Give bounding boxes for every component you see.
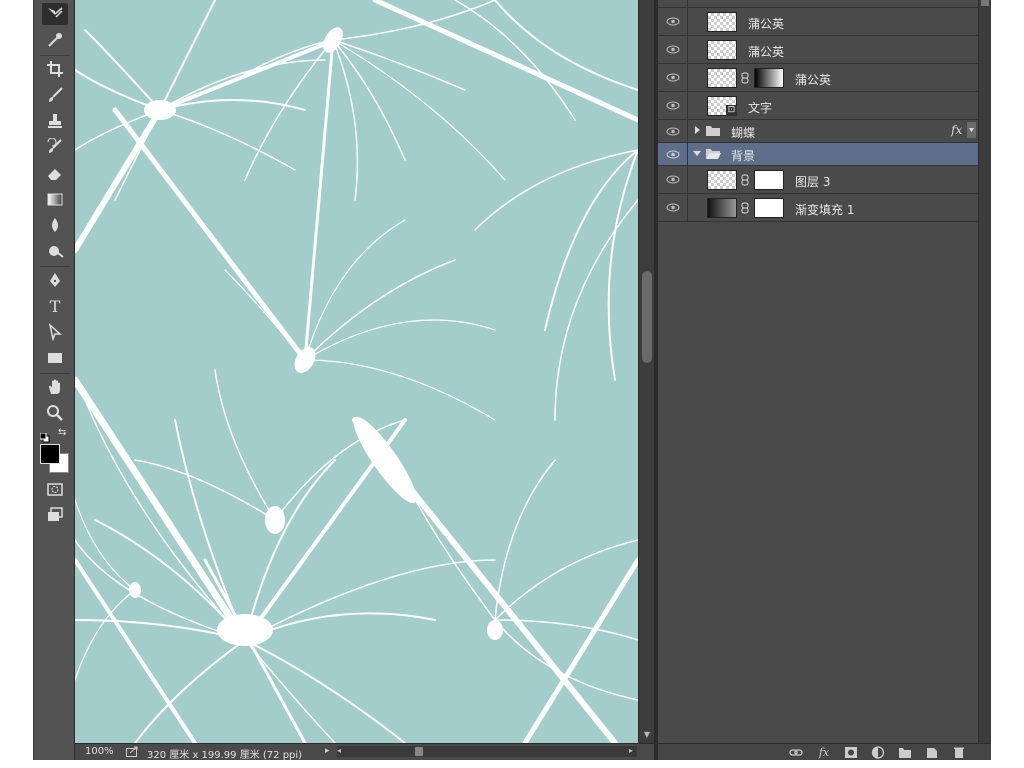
hand-icon[interactable]	[42, 376, 68, 398]
layer-thumbnail[interactable]	[707, 40, 737, 60]
open-folder-icon	[706, 149, 721, 159]
visibility-eye-icon[interactable]	[658, 64, 688, 91]
link-layers-icon[interactable]	[789, 746, 803, 759]
status-menu-arrow-icon[interactable]: ▸	[325, 746, 330, 756]
layer-name[interactable]: 渐变填充 1	[795, 201, 854, 218]
layer-row[interactable]: 蒲公英	[658, 8, 978, 36]
layer-row[interactable]	[658, 0, 978, 8]
layer-group-row[interactable]: 蝴蝶 fx	[658, 120, 978, 143]
visibility-eye-icon[interactable]	[658, 143, 688, 165]
layer-name[interactable]: 图层 3	[795, 173, 830, 190]
adjustment-layer-icon[interactable]	[871, 746, 885, 759]
dandelion-artwork	[75, 0, 638, 743]
layer-thumbnail[interactable]: ⊡	[707, 96, 737, 116]
effects-expand-icon[interactable]	[967, 122, 976, 138]
mask-link-icon[interactable]	[741, 174, 749, 186]
layer-mask-thumbnail[interactable]	[754, 198, 784, 218]
layers-panel-footer: fx	[658, 743, 991, 760]
stamp-icon[interactable]	[42, 110, 68, 132]
layer-name[interactable]: 背景	[731, 147, 755, 164]
layer-effects-badge[interactable]: fx	[951, 123, 962, 137]
blur-icon[interactable]	[42, 214, 68, 236]
document-size-info: 320 厘米 x 199.99 厘米 (72 ppi)	[147, 750, 303, 761]
layer-row[interactable]: 渐变填充 1	[658, 194, 978, 222]
scroll-down-arrow-icon[interactable]: ▼	[642, 730, 652, 740]
layer-group-row-selected[interactable]: 背景	[658, 143, 978, 166]
layer-row[interactable]: 蒲公英	[658, 36, 978, 64]
visibility-eye-icon[interactable]	[658, 36, 688, 63]
layers-scroll-thumb[interactable]	[981, 0, 989, 6]
rectangle-icon[interactable]	[42, 347, 68, 369]
layer-thumbnail[interactable]	[707, 68, 737, 88]
mask-link-icon[interactable]	[741, 72, 749, 84]
share-icon[interactable]	[126, 746, 139, 757]
vertical-scroll-thumb[interactable]	[642, 271, 652, 363]
visibility-eye-icon[interactable]	[658, 8, 688, 35]
layer-name[interactable]: 蝴蝶	[731, 124, 755, 141]
delete-layer-icon[interactable]	[952, 746, 966, 759]
default-colors-icon[interactable]	[39, 428, 50, 443]
horizontal-scroll-thumb[interactable]	[415, 747, 423, 756]
gradient-icon[interactable]	[42, 188, 68, 210]
layer-row[interactable]: 蒲公英	[658, 64, 978, 92]
layer-name[interactable]: 文字	[748, 99, 772, 116]
brush-icon[interactable]	[42, 84, 68, 106]
layer-mask-thumbnail[interactable]	[754, 68, 784, 88]
layer-mask-thumbnail[interactable]	[754, 170, 784, 190]
foreground-color-swatch[interactable]	[40, 444, 60, 464]
dodge-icon[interactable]	[42, 240, 68, 262]
document-canvas[interactable]	[75, 0, 638, 743]
smart-object-icon: ⊡	[726, 105, 737, 116]
swap-colors-icon[interactable]: ⇆	[58, 427, 69, 438]
layer-name[interactable]: 蒲公英	[795, 71, 831, 88]
collapse-triangle-icon[interactable]	[692, 148, 702, 158]
quick-mask-icon[interactable]	[42, 478, 68, 500]
canvas-vertical-scrollbar[interactable]: ▼	[638, 0, 654, 743]
layer-row[interactable]: ⊡ 文字	[658, 92, 978, 120]
screen-mode-icon[interactable]	[42, 504, 68, 526]
visibility-eye-icon[interactable]	[658, 194, 688, 221]
expand-triangle-icon[interactable]	[692, 125, 702, 135]
layer-list: 蒲公英 蒲公英 蒲公英 ⊡ 文字 蝴蝶 fx 背景 图层 3 渐变填充 1	[658, 0, 978, 743]
direct-select-icon[interactable]	[42, 321, 68, 343]
scroll-left-arrow-icon[interactable]: ◂	[337, 746, 341, 755]
eraser-icon[interactable]	[42, 162, 68, 184]
layer-name[interactable]: 蒲公英	[748, 43, 784, 60]
zoom-icon[interactable]	[42, 402, 68, 424]
visibility-eye-icon[interactable]	[658, 166, 688, 193]
gradient-fill-thumbnail[interactable]	[707, 198, 737, 218]
add-layer-style-icon[interactable]: fx	[817, 746, 831, 759]
add-mask-icon[interactable]	[844, 746, 858, 759]
layer-thumbnail[interactable]	[707, 170, 737, 190]
visibility-eye-icon[interactable]	[658, 0, 688, 7]
type-icon[interactable]: T	[42, 295, 68, 317]
new-group-icon[interactable]	[898, 746, 912, 759]
eyedropper-icon[interactable]	[42, 29, 68, 51]
layers-scrollbar[interactable]	[978, 0, 991, 743]
layer-name[interactable]: 蒲公英	[748, 15, 784, 32]
layers-panel: 蒲公英 蒲公英 蒲公英 ⊡ 文字 蝴蝶 fx 背景 图层 3 渐变填充 1 fx	[658, 0, 991, 760]
canvas-horizontal-scrollbar[interactable]: ◂ ▸	[337, 746, 637, 757]
visibility-eye-icon[interactable]	[658, 120, 688, 142]
pen-icon[interactable]	[42, 269, 68, 291]
type-tool-label: T	[49, 296, 61, 316]
visibility-eye-icon[interactable]	[658, 92, 688, 119]
layer-row[interactable]: 图层 3	[658, 166, 978, 194]
layer-thumbnail[interactable]	[707, 12, 737, 32]
status-bar: 100% 320 厘米 x 199.99 厘米 (72 ppi) ▸ ◂ ▸	[75, 743, 654, 761]
scroll-right-arrow-icon[interactable]: ▸	[629, 746, 633, 755]
window-margin	[991, 0, 1024, 768]
photoshop-window: T ⇆ ▼ 100% 320 厘米 x 199.99 厘米 (72 ppi) ▸…	[0, 0, 1024, 768]
new-layer-icon[interactable]	[925, 746, 939, 759]
crop-icon[interactable]	[42, 58, 68, 80]
history-brush-icon[interactable]	[42, 136, 68, 158]
mask-link-icon[interactable]	[741, 202, 749, 214]
path-select-icon[interactable]	[42, 3, 68, 25]
tools-panel: T ⇆	[33, 0, 75, 760]
zoom-level[interactable]: 100%	[85, 746, 114, 757]
folder-icon	[706, 126, 720, 136]
